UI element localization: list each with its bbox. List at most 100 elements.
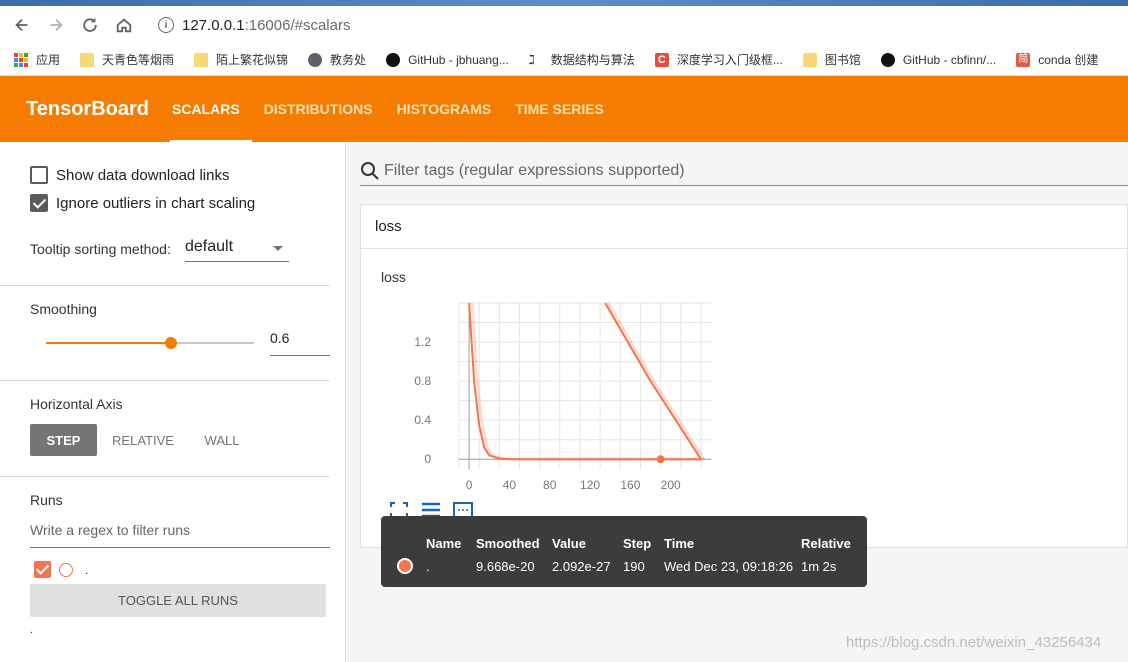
home-button[interactable] <box>108 9 140 41</box>
checkbox-box[interactable] <box>30 194 48 212</box>
bookmark-algorithms[interactable]: ℷ 数据结构与算法 <box>529 51 635 68</box>
runs-filter-input[interactable]: Write a regex to filter runs <box>30 522 330 548</box>
bookmark-github-1[interactable]: GitHub - jbhuang... <box>386 52 509 67</box>
site-info-icon[interactable]: i <box>158 17 174 33</box>
globe-icon <box>308 52 323 67</box>
x-tick-label: 120 <box>580 478 600 492</box>
bookmark-label: conda 创建 <box>1038 53 1099 67</box>
arrow-right-icon <box>50 18 63 32</box>
axis-wall-button[interactable]: WALL <box>194 424 250 456</box>
tooltip-header-name: Name <box>426 536 462 551</box>
tooltip-smoothed-value: 9.668e-20 <box>476 559 535 574</box>
options-section <box>0 142 330 286</box>
tab-time-series[interactable]: TIME SERIES <box>503 76 616 142</box>
arrow-left-icon <box>15 18 28 32</box>
bookmark-apps[interactable]: 应用 <box>14 51 60 68</box>
run-color-dot <box>397 558 413 574</box>
folder-icon <box>802 52 817 67</box>
watermark: https://blog.csdn.net/weixin_43256434 <box>846 634 1102 651</box>
chart-title: loss <box>381 269 406 285</box>
smoothing-slider[interactable] <box>46 337 254 349</box>
bookmark-jiaowuchu[interactable]: 教务处 <box>308 51 366 68</box>
bookmark-csdn[interactable]: C 深度学习入门级框... <box>654 51 783 68</box>
address-bar: i 127.0.0.1:16006/#scalars <box>0 6 1128 44</box>
smoothing-label: Smoothing <box>30 301 97 317</box>
tooltip-run-name: . <box>426 559 430 574</box>
tab-distributions[interactable]: DISTRIBUTIONS <box>252 76 385 142</box>
checkbox-label: Ignore outliers in chart scaling <box>56 194 256 212</box>
y-tick-label: 0.8 <box>414 374 431 388</box>
y-tick-label: 1.2 <box>414 335 431 349</box>
slider-fill <box>46 342 171 344</box>
checkbox-label: Show data download links <box>56 166 230 184</box>
tag-filter-input[interactable]: Filter tags (regular expressions support… <box>360 156 1128 186</box>
jian-icon: 简 <box>1016 52 1031 67</box>
app-title: TensorBoard <box>26 97 149 120</box>
tooltip-header-smoothed: Smoothed <box>476 536 540 551</box>
bookmark-label: 天青色等烟雨 <box>102 53 175 67</box>
category-header[interactable]: loss <box>360 204 1128 249</box>
y-tick-label: 0 <box>424 452 431 466</box>
tensorboard-header: TensorBoard SCALARS DISTRIBUTIONS HISTOG… <box>0 76 1128 142</box>
x-tick-label: 200 <box>661 478 681 492</box>
folder-icon <box>80 52 95 67</box>
toggle-all-runs-button[interactable]: TOGGLE ALL RUNS <box>30 584 326 617</box>
url-field[interactable]: i 127.0.0.1:16006/#scalars <box>158 17 350 34</box>
forward-button[interactable] <box>40 9 72 41</box>
csdn-icon: C <box>654 52 669 67</box>
reload-icon <box>83 17 97 32</box>
tooltip-header-time: Time <box>664 536 695 551</box>
slider-handle[interactable] <box>164 337 177 349</box>
chevron-down-icon <box>273 246 283 251</box>
horizontal-axis-label: Horizontal Axis <box>30 396 123 412</box>
tooltip-sorting-label: Tooltip sorting method: <box>30 241 171 257</box>
select-value: default <box>185 238 234 255</box>
checkbox-box[interactable] <box>30 166 48 184</box>
run-color-swatch[interactable] <box>59 562 73 577</box>
reload-button[interactable] <box>74 9 106 41</box>
show-download-links-checkbox[interactable]: Show data download links <box>30 166 229 184</box>
bookmark-label: 应用 <box>36 53 61 67</box>
tab-bar: SCALARS DISTRIBUTIONS HISTOGRAMS TIME SE… <box>160 76 616 142</box>
smoothing-input[interactable]: 0.6 <box>270 330 330 356</box>
run-checkbox[interactable] <box>34 561 51 578</box>
tooltip-header-step: Step <box>623 536 652 551</box>
ignore-outliers-checkbox[interactable]: Ignore outliers in chart scaling <box>30 194 255 212</box>
url-path: :16006/#scalars <box>244 16 351 34</box>
tooltip-step: 190 <box>623 559 645 574</box>
folder-icon <box>194 52 209 67</box>
tab-histograms[interactable]: HISTOGRAMS <box>385 76 504 142</box>
tooltip-header-relative: Relative <box>801 536 851 551</box>
bookmark-folder-2[interactable]: 陌上繁花似锦 <box>194 51 288 68</box>
highlight-point <box>656 455 665 464</box>
run-item[interactable]: . <box>34 561 88 578</box>
bookmark-folder-1[interactable]: 天青色等烟雨 <box>80 51 174 68</box>
back-button[interactable] <box>6 9 38 41</box>
tooltip-header-value: Value <box>552 536 586 551</box>
loss-chart[interactable]: 0 40 80 120 160 200 0 0.4 0.8 1.2 <box>401 291 731 496</box>
github-icon <box>880 52 895 67</box>
x-tick-label: 80 <box>543 478 557 492</box>
filter-placeholder: Filter tags (regular expressions support… <box>384 161 685 179</box>
apps-icon <box>14 52 28 67</box>
axis-step-button[interactable]: STEP <box>30 424 97 456</box>
sidebar-footer: . <box>30 624 34 636</box>
url-host: 127.0.0.1 <box>182 16 245 34</box>
bookmark-label: GitHub - cbfinn/... <box>902 52 997 67</box>
tab-scalars[interactable]: SCALARS <box>160 76 252 142</box>
github-icon <box>386 52 401 67</box>
bookmark-github-2[interactable]: GitHub - cbfinn/... <box>880 52 997 67</box>
tooltip-time: Wed Dec 23, 09:18:26 <box>664 559 794 574</box>
home-icon <box>116 18 132 33</box>
tooltip-sorting-select[interactable]: default <box>185 238 289 262</box>
axis-relative-button[interactable]: RELATIVE <box>106 424 180 456</box>
tooltip-value: 2.092e-27 <box>552 559 611 574</box>
bookmark-conda[interactable]: 简 conda 创建 <box>1016 51 1098 68</box>
x-tick-label: 40 <box>503 478 517 492</box>
bookmark-label: GitHub - jbhuang... <box>408 52 509 67</box>
y-tick-label: 0.4 <box>414 413 431 427</box>
runs-label: Runs <box>30 492 63 508</box>
bookmarks-bar: 应用 天青色等烟雨 陌上繁花似锦 教务处 GitHub - jbhuang...… <box>0 44 1128 76</box>
run-name: . <box>85 562 89 577</box>
bookmark-library[interactable]: 图书馆 <box>802 51 861 68</box>
